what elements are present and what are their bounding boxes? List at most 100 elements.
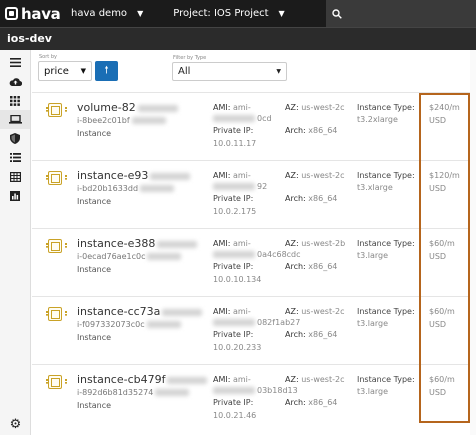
filter-type-select[interactable]: All ▼ xyxy=(172,62,287,81)
arch-field: Arch: x86_64 xyxy=(285,330,338,339)
filter-value: All xyxy=(178,66,191,77)
workspace-label: hava demo xyxy=(71,8,128,19)
cloud-upload-icon[interactable] xyxy=(0,72,30,91)
ami-value: 082f1ab27 xyxy=(213,318,300,327)
arch-field: Arch: x86_64 xyxy=(285,126,338,135)
scrollbar-track[interactable] xyxy=(470,50,476,435)
resource-name[interactable]: instance-e388 xyxy=(77,237,198,250)
ami-value: 0a4c68cdc xyxy=(213,250,301,259)
list-item[interactable]: instance-cc73a i-f097332073c0c Instance … xyxy=(32,297,476,365)
sort-label: Sort by xyxy=(39,54,57,60)
ami-value: 92 xyxy=(213,182,267,191)
filter-label: Filter by Type xyxy=(173,55,207,61)
private-ip-value: 10.0.2.175 xyxy=(213,207,257,216)
list-item[interactable]: instance-e388 i-0ecad76ae1c0c Instance A… xyxy=(32,229,476,297)
ec2-instance-icon xyxy=(46,375,67,389)
resource-type: Instance xyxy=(77,401,112,410)
ami-field: AMI: ami- xyxy=(213,307,251,316)
gear-icon[interactable]: ⚙ xyxy=(0,417,31,432)
search-input[interactable] xyxy=(347,8,467,19)
top-navbar: hava hava demo ▼ Project: IOS Project ▼ xyxy=(0,0,476,27)
ec2-instance-icon xyxy=(46,239,67,253)
resource-id: i-8bee2c01bf xyxy=(77,116,166,125)
instance-type-label: Instance Type: xyxy=(357,307,415,316)
sort-select[interactable]: price ▼ xyxy=(38,61,92,81)
menu-icon[interactable] xyxy=(0,53,30,72)
az-field: AZ: us-west-2c xyxy=(285,307,345,316)
instance-type-value: t3.2xlarge xyxy=(357,115,398,124)
arch-field: Arch: x86_64 xyxy=(285,398,338,407)
chevron-down-icon: ▼ xyxy=(278,9,285,18)
instance-type-label: Instance Type: xyxy=(357,171,415,180)
project-label: Project: IOS Project xyxy=(173,8,269,19)
resource-id: i-892d6b81d35274 xyxy=(77,388,190,397)
ec2-instance-icon xyxy=(46,171,67,185)
resource-id: i-f097332073c0c xyxy=(77,320,181,329)
arch-field: Arch: x86_64 xyxy=(285,262,338,271)
list-item[interactable]: instance-e93 i-bd20b1633dd Instance AMI:… xyxy=(32,161,476,229)
private-ip-value: 10.0.10.134 xyxy=(213,275,262,284)
az-field: AZ: us-west-2c xyxy=(285,103,345,112)
laptop-icon[interactable] xyxy=(0,110,30,129)
resource-type: Instance xyxy=(77,265,112,274)
divider xyxy=(32,364,476,365)
instance-type-label: Instance Type: xyxy=(357,103,415,112)
private-ip-label: Private IP: xyxy=(213,126,254,135)
chevron-down-icon: ▼ xyxy=(276,68,281,75)
chevron-down-icon: ▼ xyxy=(137,9,144,18)
logo[interactable]: hava xyxy=(5,5,61,23)
resource-type: Instance xyxy=(77,333,112,342)
private-ip-label: Private IP: xyxy=(213,194,254,203)
resource-id: i-0ecad76ae1c0c xyxy=(77,252,182,261)
ec2-instance-icon xyxy=(46,307,67,321)
grid-icon[interactable] xyxy=(0,91,30,110)
ami-field: AMI: ami- xyxy=(213,375,251,384)
instance-type-value: t3.large xyxy=(357,251,389,260)
az-field: AZ: us-west-2c xyxy=(285,375,345,384)
search-box xyxy=(326,0,476,27)
resource-type: Instance xyxy=(77,197,112,206)
workspace-dropdown[interactable]: hava demo ▼ xyxy=(71,8,143,19)
ec2-instance-icon xyxy=(46,103,67,117)
project-dropdown[interactable]: Project: IOS Project ▼ xyxy=(173,8,284,19)
chevron-down-icon: ▼ xyxy=(80,67,86,75)
arch-field: Arch: x86_64 xyxy=(285,194,338,203)
search-icon xyxy=(332,8,342,19)
resource-name[interactable]: volume-82 xyxy=(77,101,178,114)
az-field: AZ: us-west-2b xyxy=(285,239,346,248)
price-highlight-box xyxy=(419,93,470,423)
ami-field: AMI: ami- xyxy=(213,171,251,180)
private-ip-value: 10.0.21.46 xyxy=(213,411,257,420)
chart-icon[interactable] xyxy=(0,186,30,205)
private-ip-value: 10.0.20.233 xyxy=(213,343,262,352)
private-ip-label: Private IP: xyxy=(213,330,254,339)
resource-name[interactable]: instance-cc73a xyxy=(77,305,203,318)
sidebar: ⚙ xyxy=(0,50,31,435)
ami-field: AMI: ami- xyxy=(213,239,251,248)
shield-icon[interactable] xyxy=(0,129,30,148)
private-ip-label: Private IP: xyxy=(213,398,254,407)
resource-type: Instance xyxy=(77,129,112,138)
divider xyxy=(32,296,476,297)
resource-name[interactable]: instance-cb479f xyxy=(77,373,208,386)
private-ip-label: Private IP: xyxy=(213,262,254,271)
page-title: ios-dev xyxy=(0,27,476,50)
private-ip-value: 10.0.11.17 xyxy=(213,139,257,148)
instance-type-value: t3.large xyxy=(357,319,389,328)
table-icon[interactable] xyxy=(0,167,30,186)
instance-type-value: t3.xlarge xyxy=(357,183,393,192)
list-item[interactable]: instance-cb479f i-892d6b81d35274 Instanc… xyxy=(32,365,476,433)
resource-id: i-bd20b1633dd xyxy=(77,184,175,193)
logo-text: hava xyxy=(21,4,61,23)
instance-type-label: Instance Type: xyxy=(357,239,415,248)
instance-type-value: t3.large xyxy=(357,387,389,396)
instance-type-label: Instance Type: xyxy=(357,375,415,384)
list-item[interactable]: volume-82 i-8bee2c01bf Instance AMI: ami… xyxy=(32,93,476,161)
sort-direction-button[interactable]: 🠕 xyxy=(95,61,118,81)
resource-name[interactable]: instance-e93 xyxy=(77,169,191,182)
divider xyxy=(32,160,476,161)
az-field: AZ: us-west-2c xyxy=(285,171,345,180)
list-icon[interactable] xyxy=(0,148,30,167)
ami-value: 03b18d13 xyxy=(213,386,298,395)
arrow-up-icon: 🠕 xyxy=(104,64,109,76)
